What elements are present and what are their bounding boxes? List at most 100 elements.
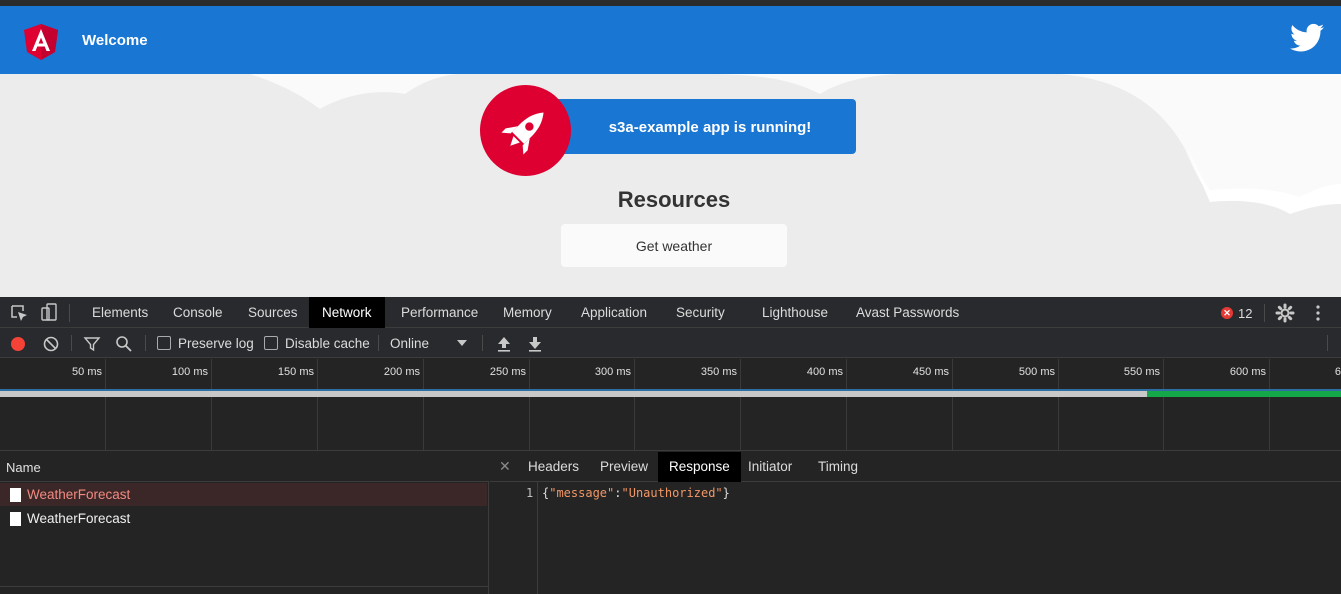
tab-timing[interactable]: Timing [807,452,869,482]
toolbar-divider [145,335,146,351]
toolbar-divider [482,335,483,351]
tab-lighthouse[interactable]: Lighthouse [749,297,841,328]
export-har-icon[interactable] [525,334,545,354]
request-details: ✕ Headers Preview Response Initiator Tim… [490,452,1341,594]
angular-logo-icon [24,24,58,60]
clear-icon[interactable] [41,334,61,354]
tab-application[interactable]: Application [568,297,660,328]
app-page: Welcome s3a-example app is running! Reso… [0,0,1341,297]
disable-cache-label: Disable cache [285,336,370,351]
grid-tick [740,359,741,450]
timeline-tick-label: 250 ms [489,366,526,378]
tab-divider [69,304,70,322]
toolbar-divider [1327,335,1328,351]
tab-memory[interactable]: Memory [490,297,565,328]
import-har-icon[interactable] [494,334,514,354]
filter-icon[interactable] [82,334,102,354]
timeline-tick-label: 300 ms [594,366,631,378]
get-weather-button[interactable]: Get weather [561,224,787,267]
grid-tick [1058,359,1059,450]
app-running-text: s3a-example app is running! [608,119,812,136]
grid-tick [634,359,635,450]
inspect-element-icon[interactable] [9,303,29,323]
timeline-tick-label: 550 ms [1123,366,1160,378]
grid-tick [529,359,530,450]
document-icon [10,512,21,526]
tab-sources[interactable]: Sources [235,297,311,328]
document-icon [10,488,21,502]
timeline-tick-label: 200 ms [383,366,420,378]
toolbar-divider [378,335,379,351]
grid-tick [1269,359,1270,450]
timeline-tick-label: 100 ms [171,366,208,378]
grid-tick [211,359,212,450]
error-counter[interactable]: ✕ 12 [1221,304,1252,322]
toolbar-divider [71,335,72,351]
timeline-tick-label: 150 ms [277,366,314,378]
tab-network[interactable]: Network [309,297,385,328]
grid-tick [846,359,847,450]
preserve-log-label: Preserve log [178,336,254,351]
close-icon[interactable]: ✕ [499,458,511,475]
grid-tick [952,359,953,450]
tab-preview[interactable]: Preview [589,452,659,482]
record-icon[interactable] [11,337,25,351]
tab-security[interactable]: Security [663,297,738,328]
request-waiting-bar [0,391,1147,397]
app-toolbar: Welcome [0,6,1341,74]
request-download-bar [1147,391,1341,397]
grid-tick [317,359,318,450]
settings-gear-icon[interactable] [1275,303,1295,323]
app-title: Welcome [82,32,148,49]
request-name: WeatherForecast [27,511,131,526]
rocket-icon [501,112,544,155]
timeline-tick-label: 500 ms [1018,366,1055,378]
name-column-label: Name [6,460,41,475]
timeline-tick-label: 50 ms [72,366,102,378]
tab-avast-passwords[interactable]: Avast Passwords [843,297,972,328]
json-value: "Unauthorized" [621,486,723,500]
tab-performance[interactable]: Performance [388,297,491,328]
network-toolbar: Preserve log Disable cache Online [0,328,1341,358]
error-count: 12 [1238,305,1253,321]
line-number: 1 [526,486,534,500]
device-toolbar-icon[interactable] [39,303,59,323]
name-column-header[interactable]: Name [0,452,489,482]
twitter-icon[interactable] [1290,23,1324,53]
more-options-icon[interactable] [1308,303,1328,323]
search-icon[interactable] [114,334,134,354]
tab-divider [1264,304,1265,322]
json-key: "message" [549,486,615,500]
tab-headers[interactable]: Headers [517,452,590,482]
timeline-tick-label: 6 [1334,366,1341,378]
grid-tick [1163,359,1164,450]
request-list: Name WeatherForecast WeatherForecast [0,452,489,594]
devtools-panel: Elements Console Sources Network Perform… [0,297,1341,594]
resources-heading: Resources [617,187,731,212]
request-row[interactable]: WeatherForecast [0,483,487,506]
json-brace: } [722,486,730,500]
tab-initiator[interactable]: Initiator [737,452,803,482]
tab-elements[interactable]: Elements [79,297,161,328]
error-icon: ✕ [1221,307,1233,319]
details-tab-bar: ✕ Headers Preview Response Initiator Tim… [490,452,1341,482]
tab-console[interactable]: Console [160,297,236,328]
timeline-tick-label: 600 ms [1229,366,1266,378]
request-row[interactable]: WeatherForecast [0,507,487,530]
tab-response[interactable]: Response [658,452,741,482]
json-colon: : [614,486,622,500]
devtools-tab-bar: Elements Console Sources Network Perform… [0,297,1341,328]
timeline-tick-label: 400 ms [806,366,843,378]
timeline-tick-label: 450 ms [912,366,949,378]
disable-cache-checkbox[interactable] [264,336,278,350]
status-bar-divider [0,586,489,587]
chevron-down-icon[interactable] [457,336,467,350]
preserve-log-checkbox[interactable] [157,336,171,350]
grid-tick [423,359,424,450]
request-name: WeatherForecast [27,487,131,502]
response-body[interactable]: {"message":"Unauthorized"} [542,486,730,500]
throttling-select[interactable]: Online [390,336,429,351]
timeline-tick-label: 350 ms [700,366,737,378]
grid-tick [105,359,106,450]
network-overview-timeline[interactable]: 50 ms 100 ms 150 ms 200 ms 250 ms 300 ms… [0,359,1341,451]
